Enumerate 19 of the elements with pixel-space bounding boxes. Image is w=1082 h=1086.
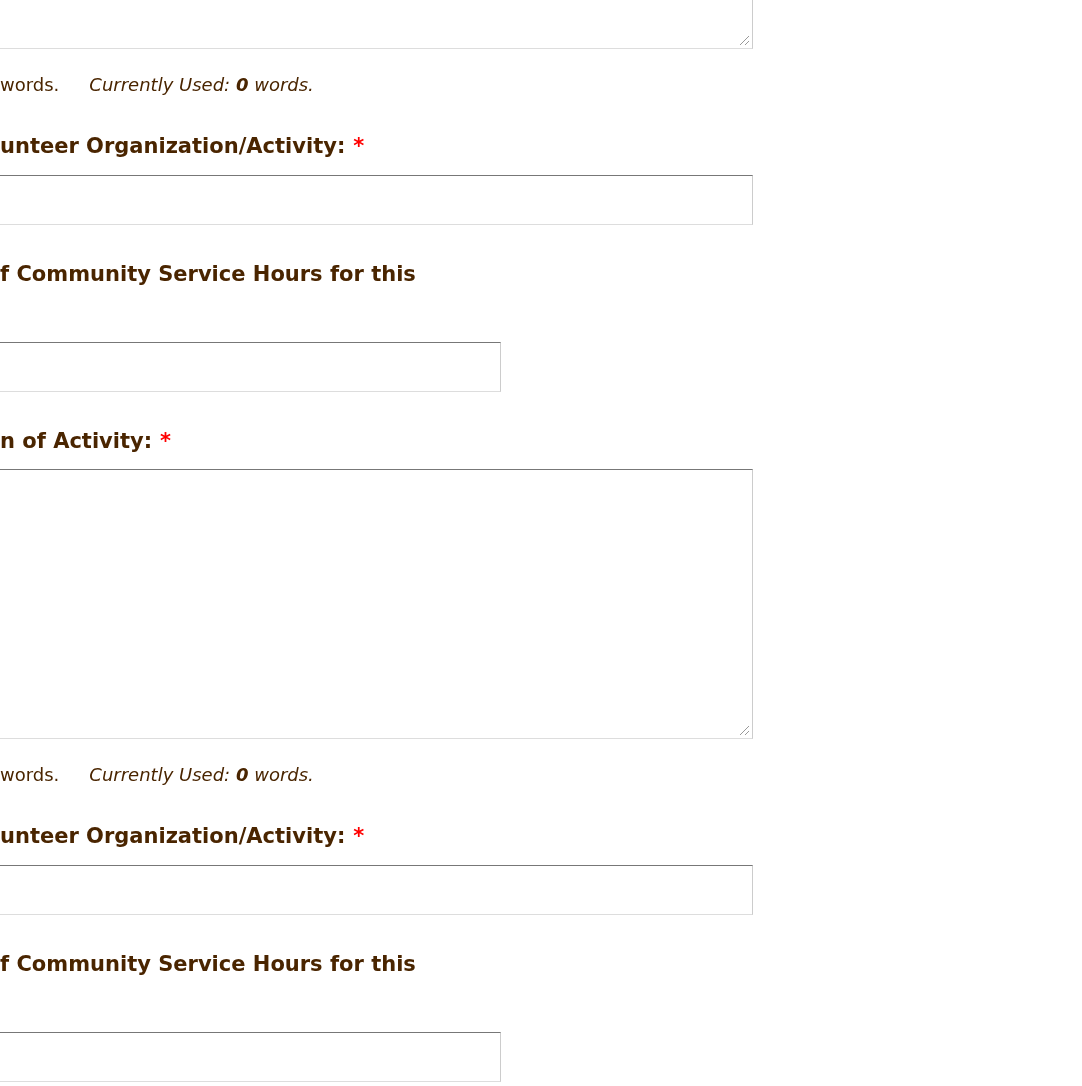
word-count-text: Currently Used: 0 words.: [89, 763, 314, 787]
text-area[interactable]: [0, 0, 753, 49]
word-count-text: Currently Used: 0 words.: [89, 73, 314, 97]
required-mark: *: [353, 133, 365, 160]
required-mark: *: [353, 823, 365, 850]
word-limit-text: words.: [0, 763, 60, 787]
word-limit-text: words.: [0, 73, 60, 97]
input-field[interactable]: [0, 175, 753, 225]
input-field[interactable]: [0, 865, 753, 915]
input-field[interactable]: [0, 342, 501, 392]
resize-handle-icon[interactable]: [738, 34, 750, 46]
field-label: f Community Service Hours for this: [0, 261, 416, 288]
input-field[interactable]: [0, 1032, 501, 1082]
field-label: unteer Organization/Activity:: [0, 133, 346, 160]
field-label: n of Activity:: [0, 428, 153, 455]
resize-handle-icon[interactable]: [738, 724, 750, 736]
required-mark: *: [160, 428, 172, 455]
field-label: unteer Organization/Activity:: [0, 823, 346, 850]
field-label: f Community Service Hours for this: [0, 951, 416, 978]
